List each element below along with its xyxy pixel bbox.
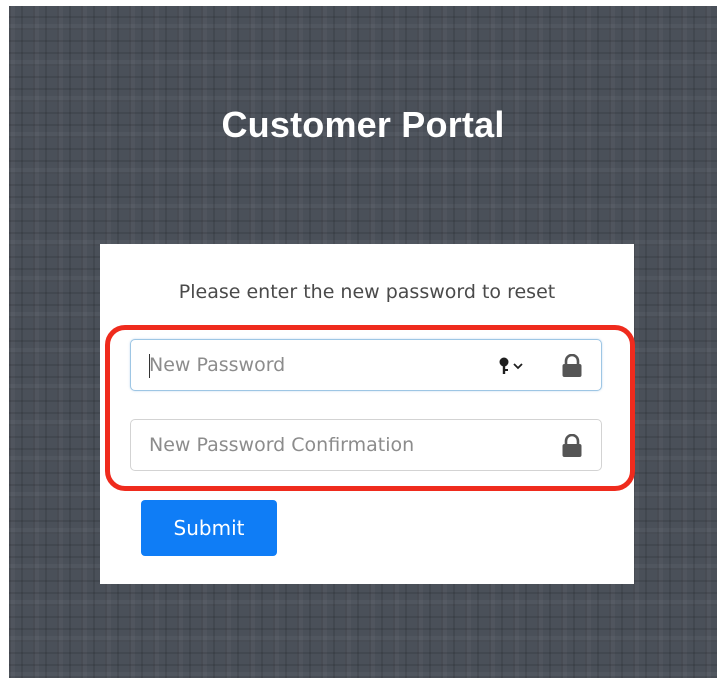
new-password-field[interactable]	[130, 339, 602, 391]
lock-icon	[561, 433, 583, 458]
submit-button[interactable]: Submit	[141, 500, 277, 556]
new-password-confirmation-field[interactable]	[130, 419, 602, 471]
new-password-confirmation-input[interactable]	[149, 420, 489, 470]
page-title: Customer Portal	[221, 104, 505, 145]
page-background: Customer Portal Please enter the new pas…	[9, 6, 717, 678]
key-icon[interactable]	[497, 356, 527, 376]
lock-icon	[561, 353, 583, 378]
new-password-input[interactable]	[149, 340, 489, 390]
instruction-text: Please enter the new password to reset	[178, 281, 556, 303]
text-cursor	[149, 354, 150, 378]
reset-password-card: Please enter the new password to reset S…	[100, 244, 634, 584]
